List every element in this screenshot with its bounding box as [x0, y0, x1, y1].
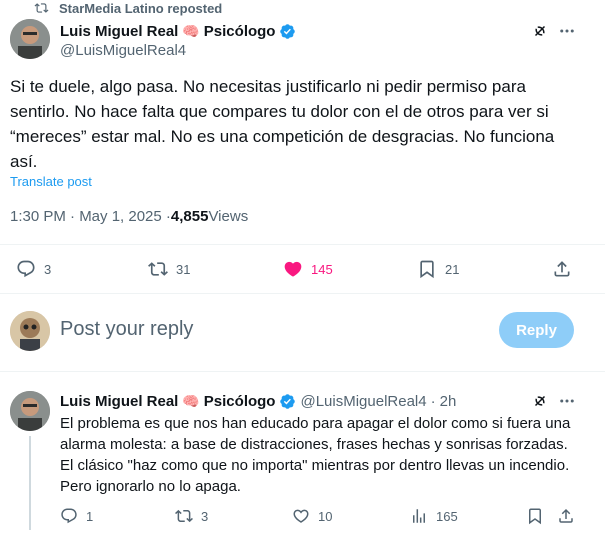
reply-count: 1: [86, 508, 94, 524]
divider: [0, 371, 605, 372]
brain-emoji: 🧠: [182, 22, 200, 39]
repost-header: StarMedia Latino reposted: [34, 0, 222, 16]
bookmark-action[interactable]: 21: [417, 259, 459, 279]
author-handle[interactable]: @LuisMiguelReal4: [60, 42, 186, 59]
divider: [0, 293, 605, 294]
author-name[interactable]: Luis Miguel Real: [60, 23, 178, 40]
my-avatar[interactable]: [10, 311, 50, 351]
reply-author-avatar[interactable]: [10, 391, 50, 431]
post-time[interactable]: 1:30 PM · May 1, 2025 ·: [10, 208, 171, 225]
reply-text: El problema es que nos han educado para …: [60, 415, 571, 495]
reply-author-row[interactable]: Luis Miguel Real 🧠 Psicólogo @LuisMiguel…: [60, 391, 456, 411]
like-count: 145: [311, 261, 333, 277]
reply-count: 3: [44, 261, 52, 277]
views-count: 4,855: [170, 208, 209, 225]
repost-action[interactable]: 3: [175, 507, 208, 525]
grok-icon[interactable]: [531, 392, 549, 410]
reply-author-role[interactable]: Psicólogo: [204, 393, 276, 410]
reply-age[interactable]: 2h: [440, 393, 457, 410]
views-icon: [410, 507, 428, 525]
share-icon[interactable]: [557, 507, 575, 525]
like-count: 10: [318, 508, 333, 524]
repost-icon: [148, 259, 168, 279]
post-meta: 1:30 PM · May 1, 2025 · 4,855 Views: [10, 208, 248, 225]
reply-author-name[interactable]: Luis Miguel Real: [60, 393, 178, 410]
repost-count: 3: [201, 508, 209, 524]
share-icon[interactable]: [552, 259, 572, 279]
views-action[interactable]: 165: [410, 507, 458, 525]
translate-link[interactable]: Translate post: [10, 174, 92, 189]
repost-icon: [34, 1, 49, 15]
bookmark-icon: [417, 259, 437, 279]
more-icon[interactable]: [558, 22, 576, 40]
post-text: Si te duele, algo pasa. No necesitas jus…: [10, 77, 555, 171]
reply-action[interactable]: 3: [16, 259, 51, 279]
heart-icon: [283, 259, 303, 279]
reply-button[interactable]: Reply: [499, 312, 574, 348]
more-icon[interactable]: [558, 392, 576, 410]
bookmark-count: 21: [445, 261, 460, 277]
verified-icon: [279, 393, 296, 410]
separator-dot: ·: [430, 392, 436, 410]
grok-icon[interactable]: [531, 22, 549, 40]
author-role[interactable]: Psicólogo: [204, 23, 276, 40]
reply-input[interactable]: Post your reply: [60, 318, 480, 341]
views-label: Views: [208, 208, 249, 225]
author-name-row[interactable]: Luis Miguel Real 🧠 Psicólogo: [60, 21, 296, 41]
bookmark-icon[interactable]: [526, 507, 544, 525]
divider: [0, 244, 605, 245]
repost-action[interactable]: 31: [148, 259, 190, 279]
repost-label: StarMedia Latino reposted: [59, 0, 223, 16]
brain-emoji: 🧠: [182, 392, 200, 409]
repost-count: 31: [176, 261, 191, 277]
reply-icon: [16, 259, 36, 279]
reply-action[interactable]: 1: [60, 507, 93, 525]
repost-icon: [175, 507, 193, 525]
reply-author-handle[interactable]: @LuisMiguelReal4: [300, 393, 426, 410]
author-avatar[interactable]: [10, 19, 50, 59]
reply-icon: [60, 507, 78, 525]
views-count: 165: [436, 508, 458, 524]
verified-icon: [279, 23, 296, 40]
like-action[interactable]: 10: [292, 507, 332, 525]
like-action[interactable]: 145: [283, 259, 333, 279]
thread-line: [29, 436, 31, 530]
heart-icon: [292, 507, 310, 525]
